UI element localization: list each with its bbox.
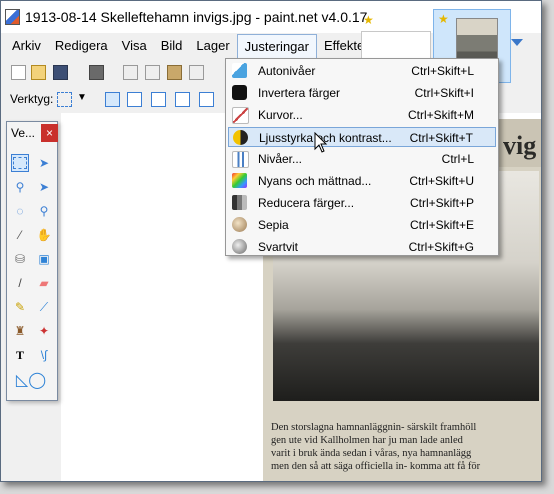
app-window: 1913-08-14 Skelleftehamn invigs.jpg - pa… <box>0 0 542 482</box>
menu-bild[interactable]: Bild <box>154 34 190 58</box>
open-file-icon[interactable] <box>31 65 46 80</box>
color-picker-tool[interactable]: ⟋ <box>35 298 53 316</box>
selection-mode-union-icon[interactable] <box>127 92 142 107</box>
justeringar-dropdown-menu: Autonivåer Ctrl+Skift+L Invertera färger… <box>225 58 499 256</box>
menu-item-label: Nivåer... <box>258 152 303 166</box>
eraser-tool[interactable]: ▰ <box>35 274 53 292</box>
headline-fragment: vig <box>503 131 537 160</box>
zoom-tool[interactable]: ⚲ <box>11 178 29 196</box>
mouse-cursor-icon <box>314 132 328 153</box>
menu-item-shortcut: Ctrl+Skift+G <box>408 240 474 254</box>
window-title: 1913-08-14 Skelleftehamn invigs.jpg - pa… <box>25 9 368 25</box>
menu-justeringar[interactable]: Justeringar <box>236 34 317 58</box>
tool-dropdown-arrow-icon[interactable]: ▼ <box>77 92 87 103</box>
menu-item-shortcut: Ctrl+Skift+I <box>414 86 474 100</box>
menu-item-shortcut: Ctrl+Skift+T <box>409 131 473 145</box>
tool-label: Verktyg: <box>10 92 54 106</box>
menu-item-svartvit[interactable]: Svartvit Ctrl+Skift+G <box>228 237 496 257</box>
posterize-icon <box>232 195 247 210</box>
levels-icon <box>232 151 249 168</box>
magic-wand-tool[interactable]: ⁄ <box>11 226 29 244</box>
menu-item-shortcut: Ctrl+Skift+U <box>409 174 474 188</box>
selection-mode-xor-icon[interactable] <box>199 92 214 107</box>
menu-visa[interactable]: Visa <box>115 34 154 58</box>
recolor-tool[interactable]: ✦ <box>35 322 53 340</box>
menu-item-kurvor[interactable]: Kurvor... Ctrl+Skift+M <box>228 105 496 125</box>
move-selected-tool[interactable]: ➤ <box>35 178 53 196</box>
rectangle-select-tool[interactable] <box>11 154 29 172</box>
clone-stamp-tool[interactable]: ♜ <box>11 322 29 340</box>
tools-window: Ve... × ➤ ⚲ ➤ ◌ ⚲ ⁄ ✋ ⛁ ▣ / ▰ ✎ ⟋ ♜ ✦ T … <box>6 121 58 401</box>
copy-icon[interactable] <box>145 65 160 80</box>
move-selection-tool[interactable]: ➤ <box>35 154 53 172</box>
curves-icon <box>232 107 249 124</box>
menu-redigera[interactable]: Redigera <box>48 34 115 58</box>
menu-item-label: Autonivåer <box>258 64 316 78</box>
main-toolbar <box>5 61 225 85</box>
favorite-star-icon[interactable]: ★ <box>438 12 449 26</box>
newspaper-caption: Den storslagna hamnanläggnin- särskilt f… <box>271 421 535 473</box>
menu-item-shortcut: Ctrl+Skift+M <box>407 108 474 122</box>
chevron-down-icon[interactable] <box>511 39 523 46</box>
pan-hand-tool[interactable]: ✋ <box>35 226 53 244</box>
caption-line: Den storslagna hamnanläggnin- särskilt f… <box>271 422 477 433</box>
caption-line: varit i bruk ända sedan i våras, nya ham… <box>271 448 472 459</box>
print-icon[interactable] <box>89 65 104 80</box>
selection-mode-exclude-icon[interactable] <box>151 92 166 107</box>
sepia-icon <box>232 217 247 232</box>
menu-item-autonivaer[interactable]: Autonivåer Ctrl+Skift+L <box>228 61 496 81</box>
line-curve-tool[interactable]: \∫ <box>35 346 53 364</box>
magnifier-tool[interactable]: ⚲ <box>35 202 53 220</box>
caption-line: men den så att säga officiella in- komma… <box>271 461 481 472</box>
menu-item-invertera-farger[interactable]: Invertera färger Ctrl+Skift+I <box>228 83 496 103</box>
menu-item-nivaer[interactable]: Nivåer... Ctrl+L <box>228 149 496 169</box>
rectangle-select-tool-icon[interactable] <box>57 92 72 107</box>
menu-item-label: Sepia <box>258 218 289 232</box>
paintbrush-tool[interactable]: / <box>11 274 29 292</box>
pencil-tool[interactable]: ✎ <box>11 298 29 316</box>
text-tool[interactable]: T <box>11 346 29 364</box>
shapes-tool[interactable]: ◺◯ <box>11 372 51 390</box>
invert-colors-icon <box>232 85 247 100</box>
menu-item-sepia[interactable]: Sepia Ctrl+Skift+E <box>228 215 496 235</box>
menu-item-label: Svartvit <box>258 240 299 254</box>
hue-saturation-icon <box>232 173 247 188</box>
menu-item-label: Reducera färger... <box>258 196 355 210</box>
menu-item-nyans-och-mattnad[interactable]: Nyans och mättnad... Ctrl+Skift+U <box>228 171 496 191</box>
selection-mode-replace-icon[interactable] <box>105 92 120 107</box>
cut-icon[interactable] <box>123 65 138 80</box>
save-icon[interactable] <box>53 65 68 80</box>
new-file-icon[interactable] <box>11 65 26 80</box>
brightness-contrast-icon <box>233 130 248 145</box>
menu-item-shortcut: Ctrl+Skift+P <box>409 196 474 210</box>
crop-icon[interactable] <box>189 65 204 80</box>
menu-arkiv[interactable]: Arkiv <box>5 34 48 58</box>
black-white-icon <box>232 239 247 254</box>
paste-icon[interactable] <box>167 65 182 80</box>
tools-window-title: Ve... <box>11 126 36 140</box>
menu-item-label: Invertera färger <box>258 86 341 100</box>
menu-item-shortcut: Ctrl+L <box>441 152 474 166</box>
menu-item-shortcut: Ctrl+Skift+E <box>409 218 474 232</box>
menu-item-ljusstyrka-och-kontrast[interactable]: Ljusstyrka och kontrast... Ctrl+Skift+T <box>228 127 496 147</box>
menu-bar: Arkiv Redigera Visa Bild Lager Justering… <box>5 34 376 58</box>
search-box[interactable] <box>361 31 431 61</box>
star-icon[interactable]: ★ <box>363 13 374 27</box>
paintnet-app-icon <box>5 9 20 25</box>
auto-level-icon <box>232 63 247 78</box>
menu-item-label: Kurvor... <box>258 108 303 122</box>
tool-options-bar: Verktyg: ▼ <box>5 89 245 111</box>
menu-lager[interactable]: Lager <box>189 34 236 58</box>
menu-item-shortcut: Ctrl+Skift+L <box>411 64 474 78</box>
caption-line: gen ute vid Kallholmen har ju man lade a… <box>271 435 463 446</box>
gradient-tool[interactable]: ▣ <box>35 250 53 268</box>
menu-item-reducera-farger[interactable]: Reducera färger... Ctrl+Skift+P <box>228 193 496 213</box>
paint-bucket-tool[interactable]: ⛁ <box>11 250 29 268</box>
menu-item-label: Nyans och mättnad... <box>258 174 372 188</box>
ellipse-select-tool[interactable]: ◌ <box>11 202 29 220</box>
close-icon[interactable]: × <box>41 124 58 142</box>
selection-mode-intersect-icon[interactable] <box>175 92 190 107</box>
